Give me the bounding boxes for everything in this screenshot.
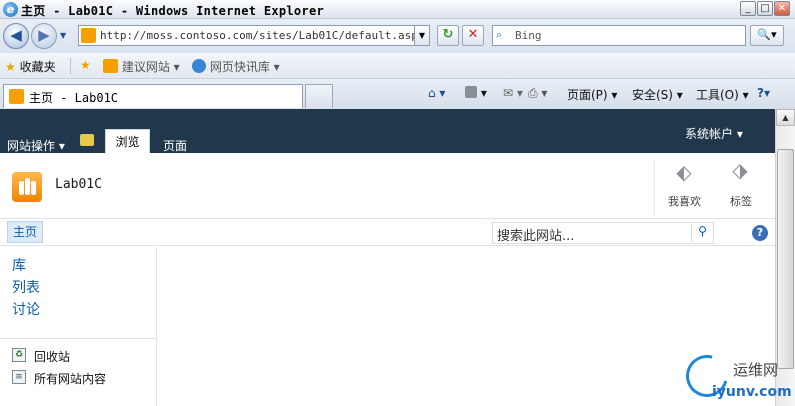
rss-icon [465, 86, 477, 98]
suggested-sites-label: 建议网站 ▾ [121, 60, 180, 74]
site-favicon-icon [81, 28, 96, 43]
separator [70, 58, 71, 74]
feeds-dropdown: ▾ [480, 86, 487, 100]
title-bar: e 主页 - Lab01C - Windows Internet Explore… [0, 0, 795, 19]
tag-like-icon[interactable]: ⬖ [671, 160, 697, 184]
ie-logo-icon: e [3, 2, 18, 17]
all-site-content-link[interactable]: 所有网站内容 [34, 370, 106, 387]
recycle-bin-link[interactable]: 回收站 [34, 348, 70, 365]
bing-search-icon: ⌕ [496, 28, 503, 41]
window-title: 主页 - Lab01C - Windows Internet Explorer [21, 4, 325, 18]
quick-launch-lists[interactable]: 列表 [12, 277, 40, 297]
home-button[interactable]: ⌂ ▾ [428, 86, 445, 100]
site-search-input[interactable]: 搜索此网站... ⚲ [492, 222, 714, 244]
minimize-button[interactable]: _ [740, 1, 756, 16]
help-icon[interactable]: ? [752, 225, 768, 241]
tab-label: 主页 - Lab01C [29, 91, 119, 105]
logo-figure [31, 181, 36, 195]
close-window-button[interactable]: ✕ [774, 1, 790, 16]
site-logo-icon[interactable] [12, 172, 42, 202]
address-toolbar: ◀ ▶ ▼ http://moss.contoso.com/sites/Lab0… [0, 19, 795, 53]
site-actions-menu[interactable]: 网站操作 ▾ [7, 137, 65, 154]
scroll-up-icon[interactable]: ▲ [776, 109, 795, 126]
page-menu[interactable]: 页面(P) ▾ [567, 86, 617, 103]
maximize-button[interactable]: □ [757, 1, 773, 16]
quick-launch-discussions[interactable]: 讨论 [12, 299, 40, 319]
recycle-bin-icon: ♻ [12, 348, 26, 362]
stop-button[interactable]: ✕ [462, 25, 484, 46]
forward-button[interactable]: ▶ [31, 23, 57, 49]
quick-launch-separator [0, 338, 156, 339]
search-input[interactable]: ⌕ Bing [492, 25, 746, 46]
watermark-text: 运维网 [733, 361, 779, 379]
add-favorite-icon[interactable]: ★ [80, 58, 91, 72]
logo-figure [19, 181, 24, 195]
safety-menu[interactable]: 安全(S) ▾ [632, 86, 683, 103]
web-slice-gallery-link[interactable]: 网页快讯库 ▾ [192, 58, 280, 75]
favorites-button[interactable]: ★ 收藏夹 [5, 58, 56, 75]
mail-button[interactable]: ✉ ▾ [503, 86, 523, 100]
tools-menu[interactable]: 工具(O) ▾ [696, 86, 749, 103]
address-field[interactable]: http://moss.contoso.com/sites/Lab01C/def… [78, 25, 430, 46]
tab-page[interactable]: 页面 [163, 137, 187, 154]
quick-launch-libraries[interactable]: 库 [12, 255, 26, 275]
new-tab-button[interactable] [305, 84, 333, 108]
navigate-up-icon[interactable] [80, 134, 94, 146]
tab-active[interactable]: 主页 - Lab01C [3, 84, 303, 108]
ribbon-separator [654, 160, 655, 216]
star-icon: ★ [5, 60, 16, 74]
site-search-placeholder: 搜索此网站... [497, 229, 575, 244]
favorites-bar: ★ 收藏夹 ★ 建议网站 ▾ 网页快讯库 ▾ [0, 53, 795, 79]
address-dropdown-icon[interactable]: ▼ [414, 25, 430, 46]
scroll-thumb[interactable] [777, 149, 794, 369]
search-placeholder: Bing [515, 29, 542, 42]
logo-figure [25, 178, 30, 195]
web-slice-gallery-label: 网页快讯库 ▾ [209, 60, 280, 74]
tab-browse[interactable]: 浏览 [105, 129, 150, 153]
back-button[interactable]: ◀ [3, 23, 29, 49]
site-title[interactable]: Lab01C [55, 177, 102, 192]
favorites-label: 收藏夹 [19, 60, 56, 74]
watermark-domain: iyunv.com [712, 384, 792, 400]
tags-notes-icon[interactable]: ⬗ [727, 158, 753, 182]
suggested-sites-icon [103, 59, 118, 73]
user-menu[interactable]: 系统帐户 ▾ [685, 125, 743, 142]
nav-home[interactable]: 主页 [7, 221, 43, 243]
tab-and-command-bar: 主页 - Lab01C ⌂ ▾ ▾ ✉ ▾ ⎙ ▾ 页面(P) ▾ 安全(S) … [0, 79, 795, 109]
search-button[interactable]: 🔍▾ [750, 25, 784, 46]
feeds-button[interactable]: ▾ [465, 86, 487, 100]
ribbon-body [0, 153, 775, 219]
web-slice-icon [192, 59, 206, 73]
tab-favicon-icon [9, 89, 24, 104]
refresh-button[interactable]: ↻ [437, 25, 459, 46]
address-url: http://moss.contoso.com/sites/Lab01C/def… [100, 29, 425, 42]
tags-label[interactable]: 标签 [730, 193, 752, 209]
suggested-sites-link[interactable]: 建议网站 ▾ [103, 58, 180, 75]
history-dropdown-icon[interactable]: ▼ [60, 31, 66, 40]
all-site-content-icon: ≡ [12, 370, 26, 384]
help-menu[interactable]: ?▾ [757, 86, 770, 100]
search-icon[interactable]: ⚲ [691, 224, 713, 242]
print-button[interactable]: ⎙ ▾ [528, 86, 547, 101]
i-like-it-label[interactable]: 我喜欢 [668, 193, 701, 209]
